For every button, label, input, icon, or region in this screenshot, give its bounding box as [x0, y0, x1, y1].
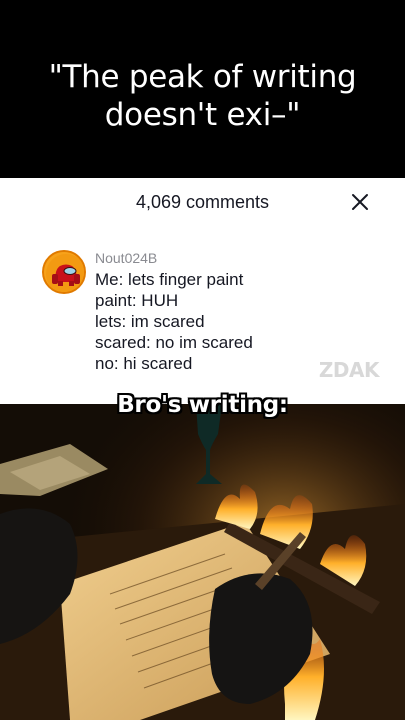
video-caption: Bro's writing: [117, 392, 288, 418]
top-banner: "The peak of writing doesn't exi–" [0, 0, 405, 178]
comment-item: Nout024B Me: lets finger paint paint: HU… [42, 250, 253, 374]
comments-header: 4,069 comments [0, 178, 405, 226]
comment-text: Me: lets finger paint paint: HUH lets: i… [95, 270, 253, 373]
among-us-crewmate-avatar-icon [44, 252, 84, 292]
comment-count: 4,069 comments [135, 191, 270, 212]
burning-letter-scene [0, 404, 405, 720]
comment-username[interactable]: Nout024B [95, 250, 253, 267]
avatar[interactable] [42, 250, 86, 294]
comments-panel: 4,069 comments Nout024B Me: lets finger … [0, 178, 405, 404]
headline-text: "The peak of writing doesn't exi–" [48, 59, 357, 133]
close-button[interactable] [351, 193, 369, 211]
close-icon [352, 194, 368, 210]
watermark: ZDAK [318, 358, 380, 382]
video-scene [0, 404, 405, 720]
